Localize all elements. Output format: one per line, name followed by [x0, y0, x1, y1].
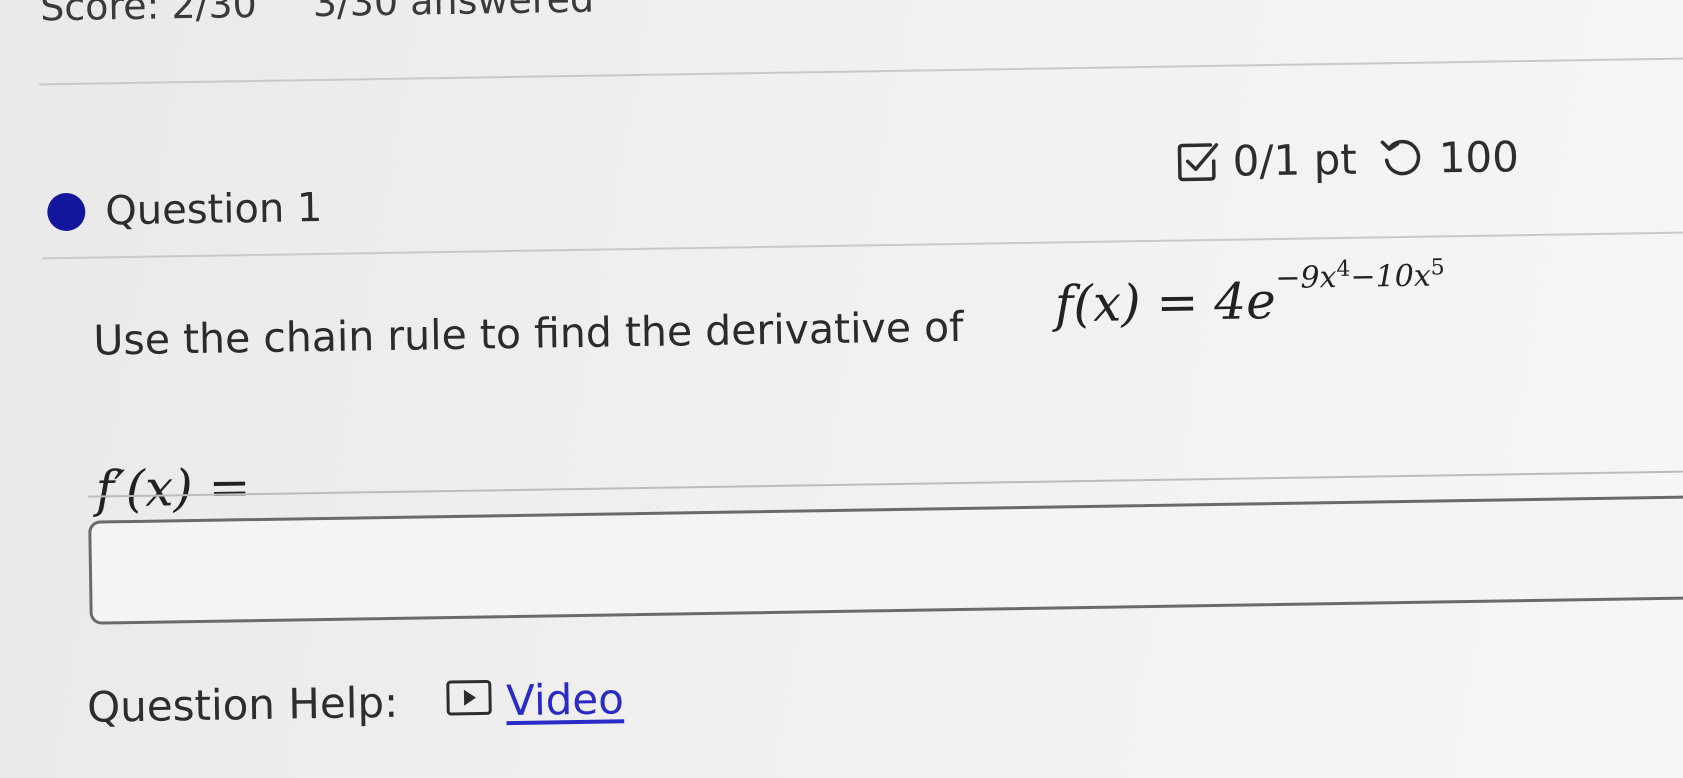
checkbox-pencil-icon	[1174, 138, 1221, 185]
exponent-term-b: −10x	[1350, 258, 1431, 295]
function-formula: f(x) = 4e−9x4−10x5	[1054, 255, 1445, 334]
score-text: Score: 2/30	[39, 0, 258, 30]
top-divider	[39, 57, 1683, 86]
video-help-link[interactable]: Video	[446, 674, 624, 726]
answer-divider	[87, 470, 1683, 498]
question-meta: 0/1 pt 100	[1174, 132, 1519, 186]
formula-base: f(x) = 4e	[1054, 272, 1277, 334]
question-page: Score: 2/30 3/30 answered Question 1 0/1 …	[0, 0, 1683, 778]
question-status-dot	[47, 192, 86, 232]
play-icon	[446, 676, 493, 726]
exponent-term-a-power: 4	[1336, 256, 1351, 283]
video-link-text[interactable]: Video	[506, 674, 624, 725]
retry-icon	[1378, 135, 1425, 182]
answered-count: 3/30 answered	[312, 0, 595, 26]
score-bar: Score: 2/30 3/30 answered	[40, 0, 595, 29]
question-attempts: 100	[1438, 132, 1520, 183]
question-points: 0/1 pt	[1232, 134, 1358, 186]
question-help: Question Help: Video	[87, 674, 625, 731]
formula-exponent: −9x4−10x5	[1275, 255, 1445, 296]
answer-input[interactable]	[88, 494, 1683, 625]
question-prompt: Use the chain rule to find the derivativ…	[92, 302, 964, 365]
exponent-term-a: −9x	[1275, 260, 1337, 296]
question-title: Question 1	[104, 184, 323, 235]
question-header: Question 1	[47, 185, 323, 235]
question-help-label: Question Help:	[86, 677, 399, 732]
exponent-term-b-power: 5	[1430, 255, 1445, 281]
answer-label: f′(x) =	[95, 458, 251, 519]
